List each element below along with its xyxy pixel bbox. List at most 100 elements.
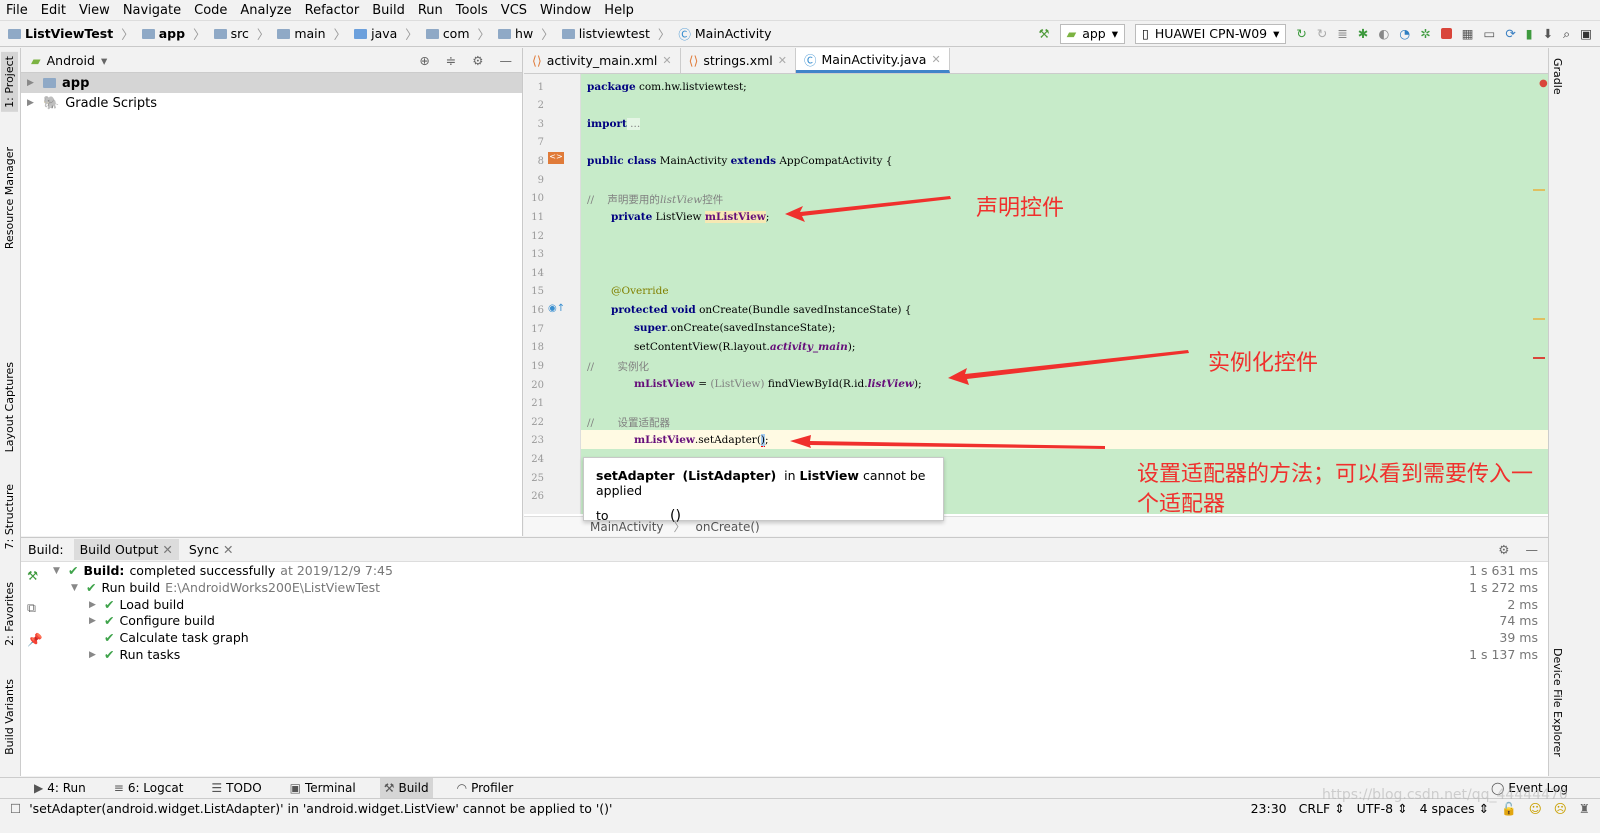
warning-marker[interactable] (1533, 189, 1545, 191)
tool-terminal[interactable]: ▣ Terminal (286, 778, 360, 799)
code-area[interactable]: package com.hw.listviewtest; import ... … (581, 74, 1548, 514)
menu-view[interactable]: View (79, 3, 110, 18)
tree-item-app[interactable]: ▶ app (21, 73, 522, 93)
minimize-icon[interactable]: — (1526, 542, 1539, 557)
toggle-view-icon[interactable]: ⧉ (27, 600, 36, 616)
crumb-java[interactable]: java 〉 (354, 24, 418, 43)
inspector-icon[interactable]: ♜ (1579, 801, 1590, 816)
build-row[interactable]: ▶ ✔ Load build 2 ms (89, 596, 1543, 613)
profile-icon[interactable]: ◔ (1399, 26, 1410, 41)
hammer-icon[interactable]: ⚒ (27, 568, 38, 583)
attach-icon[interactable]: ◐ (1378, 26, 1389, 41)
avd-manager-icon[interactable]: ▭ (1484, 26, 1496, 41)
code-line-22: // 设置适配器 (587, 417, 670, 429)
crumb-listviewtest[interactable]: listviewtest 〉 (561, 24, 670, 43)
tool-project[interactable]: 1: Project (1, 52, 18, 112)
menu-tools[interactable]: Tools (456, 3, 488, 18)
sync-icon[interactable]: ⟳ (1505, 26, 1515, 41)
build-row[interactable]: ▶ ✔ Configure build 74 ms (89, 612, 1543, 629)
close-icon[interactable]: ✕ (931, 53, 940, 66)
crumb-main[interactable]: main 〉 (277, 24, 346, 43)
line-separator[interactable]: CRLF ⇕ (1299, 801, 1345, 816)
project-view-select[interactable]: Android (47, 53, 95, 68)
tool-build-variants[interactable]: Build Variants (1, 675, 18, 759)
stop-icon[interactable] (1440, 28, 1452, 39)
crumb-mainactivity[interactable]: Ⓒ MainActivity (678, 24, 771, 43)
close-icon[interactable]: ✕ (778, 54, 787, 67)
tab-sync[interactable]: Sync ✕ (189, 542, 234, 557)
attach-debugger-icon[interactable]: ✲ (1420, 26, 1430, 41)
menu-code[interactable]: Code (194, 3, 227, 18)
search-icon[interactable]: ⌕ (1563, 26, 1570, 42)
device-icon[interactable]: ▮ (1526, 26, 1533, 41)
tool-device-file-explorer[interactable]: Device File Explorer (1551, 648, 1564, 757)
run-icon[interactable]: ↻ (1296, 26, 1306, 41)
build-row[interactable]: ▼ ✔ Run build E:\AndroidWorks200E\ListView… (71, 579, 1543, 596)
tool-logcat[interactable]: ≡ 6: Logcat (110, 778, 188, 799)
menu-help[interactable]: Help (604, 3, 634, 18)
sad-face-icon[interactable]: ☹ (1554, 801, 1567, 816)
crumb-src[interactable]: src 〉 (213, 24, 269, 43)
crumb-com[interactable]: com 〉 (425, 24, 490, 43)
tool-resource-manager[interactable]: Resource Manager (1, 143, 18, 253)
menu-build[interactable]: Build (372, 3, 405, 18)
gear-icon[interactable]: ⚙ (1498, 542, 1509, 557)
build-row[interactable]: ✔ Calculate task graph 39 ms (89, 629, 1543, 646)
warning-marker[interactable] (1533, 318, 1545, 320)
folder-icon (8, 28, 21, 39)
crumb-project[interactable]: ListViewTest 〉 (8, 24, 134, 43)
tab-strings-xml[interactable]: ⟨⟩ strings.xml ✕ (681, 48, 796, 73)
happy-face-icon[interactable]: ☺ (1529, 801, 1542, 816)
pin-icon[interactable]: 📌 (27, 632, 43, 648)
tool-todo[interactable]: ☰ TODO (207, 778, 265, 799)
tab-activity-main-xml[interactable]: ⟨⟩ activity_main.xml ✕ (524, 48, 681, 73)
tab-mainactivity-java[interactable]: Ⓒ MainActivity.java ✕ (795, 48, 950, 73)
list-icon[interactable]: ≣ (1337, 26, 1347, 41)
caret-position[interactable]: 23:30 (1251, 801, 1287, 816)
build-row[interactable]: ▼ ✔ Build: completed successfully at 2019/… (53, 562, 1543, 579)
menu-vcs[interactable]: VCS (501, 3, 527, 18)
run-config-select[interactable]: ▰ app ▾ (1059, 23, 1126, 44)
build-panel-header: Build: Build Output ✕ Sync ✕ ⚙ — (21, 538, 1548, 562)
sdk-manager-icon[interactable]: ⬇ (1543, 26, 1553, 41)
layout-link-icon[interactable]: <> (548, 152, 564, 164)
tool-run[interactable]: ▶ 4: Run (30, 778, 90, 799)
tool-build[interactable]: ⚒ Build (379, 777, 433, 799)
menu-file[interactable]: File (6, 3, 28, 18)
tool-structure[interactable]: 7: Structure (1, 480, 18, 553)
menu-refactor[interactable]: Refactor (305, 3, 360, 18)
layout-icon[interactable]: ▣ (1580, 26, 1592, 41)
override-icon[interactable]: ◉↑ (548, 303, 565, 314)
apply-changes-icon[interactable]: ↻ (1317, 26, 1327, 41)
menu-navigate[interactable]: Navigate (123, 3, 181, 18)
menu-run[interactable]: Run (418, 3, 443, 18)
tool-layout-captures[interactable]: Layout Captures (1, 358, 18, 456)
menu-analyze[interactable]: Analyze (240, 3, 291, 18)
crumb-hw[interactable]: hw 〉 (498, 24, 554, 43)
project-structure-icon[interactable]: ▦ (1462, 26, 1474, 41)
device-select[interactable]: ▯ HUAWEI CPN-W09 ▾ (1135, 23, 1287, 44)
code-line-1: package com.hw.listviewtest; (587, 81, 747, 93)
tool-profiler[interactable]: ◠ Profiler (453, 778, 518, 799)
debug-icon[interactable]: ✱ (1358, 26, 1368, 41)
tree-item-gradle-scripts[interactable]: ▶ 🐘 Gradle Scripts (21, 93, 522, 113)
error-marker[interactable] (1533, 357, 1545, 359)
minimize-icon[interactable]: — (500, 53, 513, 68)
indent-setting[interactable]: 4 spaces ⇕ (1420, 801, 1490, 816)
build-row[interactable]: ▶ ✔ Run tasks 1 s 137 ms (89, 646, 1543, 663)
menu-edit[interactable]: Edit (41, 3, 66, 18)
tool-gradle[interactable]: Gradle (1551, 58, 1564, 95)
collapse-icon[interactable]: ≑ (446, 53, 456, 68)
file-encoding[interactable]: UTF-8 ⇕ (1357, 801, 1408, 816)
hammer-icon[interactable]: ⚒ (1038, 26, 1049, 41)
check-icon: ✔ (104, 597, 115, 612)
status-toggle-icon[interactable]: ☐ (10, 801, 21, 816)
gear-icon[interactable]: ⚙ (472, 53, 483, 68)
menu-window[interactable]: Window (540, 3, 591, 18)
crumb-app[interactable]: app 〉 (141, 24, 206, 43)
error-stripe-icon[interactable]: ● (1539, 78, 1548, 89)
tool-favorites[interactable]: 2: Favorites (1, 578, 18, 650)
tab-build-output[interactable]: Build Output ✕ (73, 539, 179, 560)
close-icon[interactable]: ✕ (662, 54, 671, 67)
locate-icon[interactable]: ⊕ (419, 53, 429, 68)
